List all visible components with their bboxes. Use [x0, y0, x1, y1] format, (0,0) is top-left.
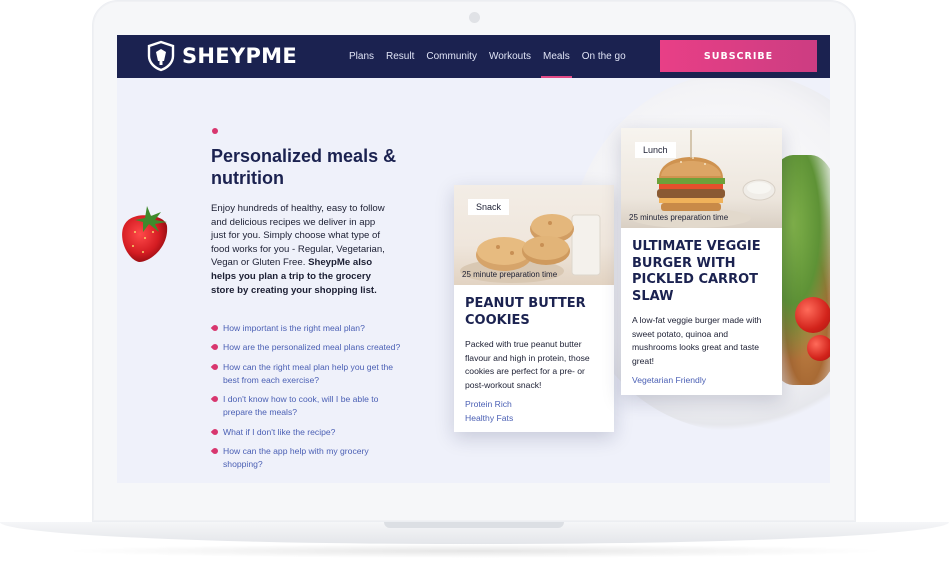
card-body: Ultimate Veggie Burger With Pickled Carr…	[621, 228, 782, 388]
cookies-image: Snack 25 minute preparation time	[454, 185, 614, 285]
burger-image: Lunch 25 minutes preparation time	[621, 128, 782, 228]
page-title: Personalized meals & nutrition	[211, 146, 397, 188]
nav-item-on-the-go[interactable]: On the go	[582, 35, 626, 78]
recipe-title: Peanut Butter Cookies	[465, 296, 586, 328]
recipe-title: Ultimate Veggie Burger With Pickled Carr…	[632, 239, 761, 304]
brand-logo[interactable]: SHEYPME	[145, 40, 297, 72]
recipe-description: Packed with true peanut butter flavour a…	[465, 339, 590, 390]
faq-item[interactable]: How can the right meal plan help you get…	[212, 361, 402, 388]
recipe-card-cookies[interactable]: Snack 25 minute preparation time Peanut …	[454, 185, 614, 432]
shield-logo-icon	[147, 40, 175, 72]
prep-time: 25 minutes preparation time	[629, 213, 729, 222]
main-nav: Plans Result Community Workouts Meals On…	[349, 35, 626, 78]
faq-item[interactable]: How can the app help with my grocery sho…	[212, 445, 402, 472]
nav-item-result[interactable]: Result	[386, 35, 414, 78]
laptop-shadow	[60, 544, 890, 558]
card-body: Peanut Butter Cookies Packed with true p…	[454, 285, 614, 425]
faq-item[interactable]: What if I don't like the recipe?	[212, 426, 402, 439]
section-marker-dot	[212, 128, 218, 134]
laptop-notch	[384, 522, 564, 528]
recipe-description: A low-fat veggie burger made with sweet …	[632, 315, 762, 366]
tomato-image	[807, 335, 830, 361]
brand-name: SHEYPME	[182, 44, 297, 68]
recipe-tag[interactable]: Vegetarian Friendly	[632, 374, 771, 388]
category-tag: Lunch	[635, 142, 676, 158]
recipe-tag[interactable]: Healthy Fats	[465, 412, 603, 426]
category-tag: Snack	[468, 199, 510, 215]
intro-text: Enjoy hundreds of healthy, easy to follo…	[211, 202, 391, 297]
strawberry-image	[122, 206, 168, 262]
site-header: SHEYPME Plans Result Community Workouts …	[117, 35, 830, 78]
tomato-image	[795, 297, 830, 333]
faq-item[interactable]: I don't know how to cook, will I be able…	[212, 393, 402, 420]
nav-item-community[interactable]: Community	[426, 35, 477, 78]
nav-item-workouts[interactable]: Workouts	[489, 35, 531, 78]
recipe-tag[interactable]: Protein Rich	[465, 398, 603, 412]
camera-icon	[469, 12, 480, 23]
screen: SHEYPME Plans Result Community Workouts …	[117, 35, 830, 483]
prep-time: 25 minute preparation time	[462, 270, 558, 279]
subscribe-button[interactable]: SUBSCRIBE	[660, 40, 817, 72]
nav-item-meals[interactable]: Meals	[541, 35, 572, 78]
recipe-card-burger[interactable]: Lunch 25 minutes preparation time Ultima…	[621, 128, 782, 395]
faq-item[interactable]: How are the personalized meal plans crea…	[212, 341, 402, 354]
nav-item-plans[interactable]: Plans	[349, 35, 374, 78]
faq-item[interactable]: How important is the right meal plan?	[212, 322, 402, 335]
faq-list: How important is the right meal plan? Ho…	[212, 322, 402, 478]
